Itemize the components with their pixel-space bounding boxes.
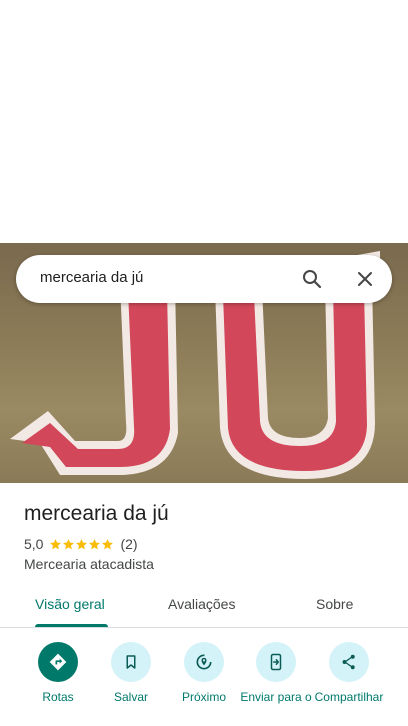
save-button[interactable]: Salvar	[93, 640, 169, 704]
action-bar: Rotas Salvar Próximo Enviar para o Compa…	[0, 640, 408, 726]
search-icon[interactable]	[300, 267, 324, 291]
star-icon	[102, 538, 114, 549]
active-tab-indicator	[35, 624, 108, 627]
place-title: mercearia da jú	[24, 502, 169, 525]
tab-reviews[interactable]: Avaliações	[168, 596, 235, 612]
review-count[interactable]: (2)	[120, 536, 137, 552]
directions-label: Rotas	[42, 690, 74, 704]
close-icon[interactable]	[353, 267, 377, 291]
share-icon	[342, 654, 355, 670]
directions-button[interactable]: Rotas	[20, 640, 96, 704]
share-button[interactable]: Compartilhar	[311, 640, 387, 704]
place-category[interactable]: Mercearia atacadista	[24, 556, 154, 572]
directions-icon	[49, 653, 67, 671]
search-bar[interactable]: mercearia da jú	[16, 255, 392, 303]
send-to-phone-label: Enviar para o	[240, 690, 312, 704]
bookmark-icon	[126, 655, 136, 669]
star-icon	[50, 538, 62, 549]
nearby-icon	[196, 654, 212, 670]
tab-overview[interactable]: Visão geral	[35, 596, 105, 612]
search-input[interactable]: mercearia da jú	[40, 269, 143, 286]
star-icon	[89, 538, 101, 549]
save-label: Salvar	[113, 690, 148, 704]
star-rating	[49, 538, 114, 551]
send-to-phone-icon	[270, 653, 282, 671]
share-label: Compartilhar	[314, 690, 384, 704]
tab-about[interactable]: Sobre	[316, 596, 353, 612]
tab-bar: Visão geral Avaliações Sobre	[0, 584, 408, 628]
nearby-label: Próximo	[181, 690, 226, 704]
map-area[interactable]	[0, 0, 408, 243]
send-to-phone-button[interactable]: Enviar para o	[238, 640, 314, 704]
nearby-button[interactable]: Próximo	[166, 640, 242, 704]
rating-value: 5,0	[24, 536, 44, 552]
rating-row[interactable]: 5,0 (2)	[24, 536, 138, 552]
star-icon	[63, 538, 75, 549]
star-icon	[76, 538, 88, 549]
